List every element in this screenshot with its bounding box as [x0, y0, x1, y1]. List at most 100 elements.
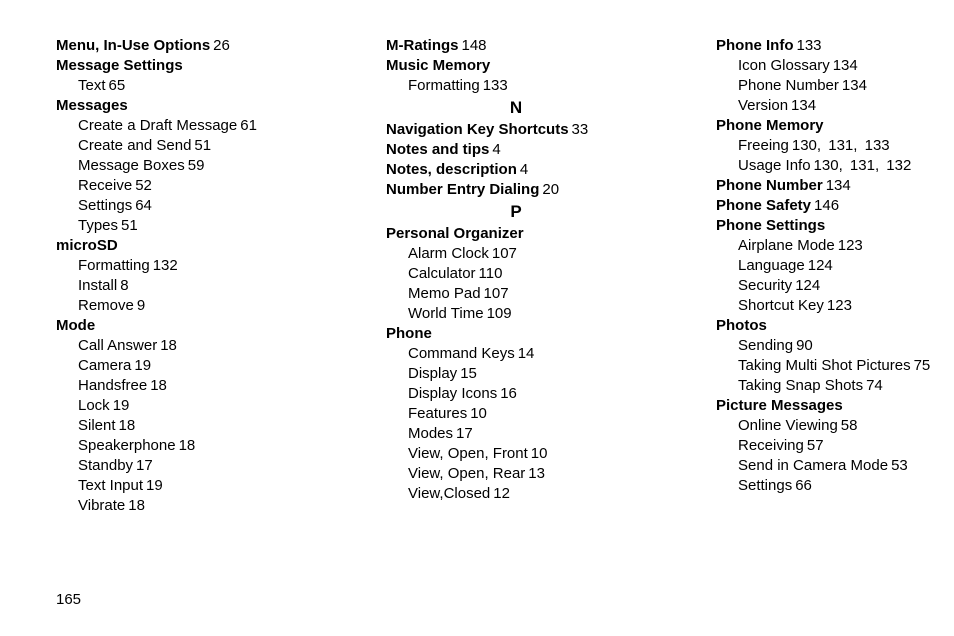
- index-subentry: Text Input19: [78, 476, 316, 496]
- index-columns: Menu, In-Use Options26Message SettingsTe…: [56, 36, 898, 516]
- index-page-ref: 18: [128, 497, 145, 514]
- index-subentry-text: View,Closed: [408, 485, 490, 502]
- index-subentry: Create a Draft Message61: [78, 116, 316, 136]
- index-topic: Personal Organizer: [386, 224, 646, 244]
- index-topic-head: microSD: [56, 237, 118, 254]
- index-subentry: Create and Send51: [78, 136, 316, 156]
- index-page-ref: 133: [797, 37, 822, 54]
- index-subentry-text: Features: [408, 405, 467, 422]
- index-subentry-text: Online Viewing: [738, 417, 838, 434]
- index-subentry-text: Send in Camera Mode: [738, 457, 888, 474]
- index-subentry: Send in Camera Mode53: [738, 456, 954, 476]
- index-page-ref: 8: [120, 277, 128, 294]
- index-subentry-text: Settings: [738, 477, 792, 494]
- index-topic: Phone Memory: [716, 116, 954, 136]
- index-page-ref: 74: [866, 377, 883, 394]
- index-column: Menu, In-Use Options26Message SettingsTe…: [56, 36, 316, 516]
- index-subentry: Phone Number134: [738, 76, 954, 96]
- index-subentry: Types51: [78, 216, 316, 236]
- index-subentry-text: Phone Number: [738, 77, 839, 94]
- index-page-sep: ,: [839, 157, 847, 174]
- index-page-ref: 57: [807, 437, 824, 454]
- index-page-ref: 65: [109, 77, 126, 94]
- index-subentry: Command Keys14: [408, 344, 646, 364]
- index-subentry-text: Usage Info: [738, 157, 811, 174]
- index-subentry: View,Closed12: [408, 484, 646, 504]
- index-subentry: Receive52: [78, 176, 316, 196]
- index-topic: Phone Info133: [716, 36, 954, 56]
- index-topic-head: Mode: [56, 317, 95, 334]
- index-subentry: Shortcut Key123: [738, 296, 954, 316]
- index-topic-head: Personal Organizer: [386, 225, 524, 242]
- index-page-ref: 123: [827, 297, 852, 314]
- index-subentry: Call Answer18: [78, 336, 316, 356]
- index-subentry: Icon Glossary134: [738, 56, 954, 76]
- index-page-ref: 131: [850, 157, 875, 174]
- index-subentry-text: Security: [738, 277, 792, 294]
- index-page-ref: 20: [542, 181, 559, 198]
- index-page-ref: 9: [137, 297, 145, 314]
- index-page-ref: 132: [886, 157, 911, 174]
- index-subentry: Language124: [738, 256, 954, 276]
- index-subentry-text: Handsfree: [78, 377, 147, 394]
- index-topic: Notes, description4: [386, 160, 646, 180]
- index-subentry: Sending90: [738, 336, 954, 356]
- index-subentry: Settings64: [78, 196, 316, 216]
- index-subentry: Freeing130, 131, 133: [738, 136, 954, 156]
- index-page-ref: 19: [134, 357, 151, 374]
- index-subentry-text: Remove: [78, 297, 134, 314]
- index-topic: microSD: [56, 236, 316, 256]
- index-subentry-text: Silent: [78, 417, 116, 434]
- index-topic: Menu, In-Use Options26: [56, 36, 316, 56]
- index-subentry-text: View, Open, Front: [408, 445, 528, 462]
- index-subentry: Camera19: [78, 356, 316, 376]
- index-topic-head: Notes and tips: [386, 141, 489, 158]
- index-page-ref: 58: [841, 417, 858, 434]
- index-subentry-text: Lock: [78, 397, 110, 414]
- index-subentry-text: Create a Draft Message: [78, 117, 237, 134]
- index-page-ref: 90: [796, 337, 813, 354]
- index-subentry-text: Taking Multi Shot Pictures: [738, 357, 911, 374]
- index-page-ref: 10: [470, 405, 487, 422]
- index-subentry-text: Display: [408, 365, 457, 382]
- index-subentry: Remove9: [78, 296, 316, 316]
- index-page-ref: 26: [213, 37, 230, 54]
- index-column: Phone Info133Icon Glossary134Phone Numbe…: [716, 36, 954, 516]
- index-subentry: Handsfree18: [78, 376, 316, 396]
- index-page-ref: 110: [479, 265, 503, 282]
- index-page-ref: 16: [500, 385, 517, 402]
- index-subentry-text: View, Open, Rear: [408, 465, 525, 482]
- index-subentry-text: Display Icons: [408, 385, 497, 402]
- index-topic-head: Menu, In-Use Options: [56, 37, 210, 54]
- index-subentry: Receiving57: [738, 436, 954, 456]
- index-subentry-text: Types: [78, 217, 118, 234]
- index-page-ref: 134: [833, 57, 858, 74]
- index-page-ref: 107: [492, 245, 517, 262]
- index-subentry-text: Airplane Mode: [738, 237, 835, 254]
- index-topic: Phone: [386, 324, 646, 344]
- index-subentry-text: Settings: [78, 197, 132, 214]
- index-topic: Picture Messages: [716, 396, 954, 416]
- index-subentry-text: Sending: [738, 337, 793, 354]
- index-page-ref: 13: [528, 465, 545, 482]
- index-subentry-text: Camera: [78, 357, 131, 374]
- index-page-ref: 107: [484, 285, 509, 302]
- index-subentry: Lock19: [78, 396, 316, 416]
- index-page-ref: 17: [456, 425, 473, 442]
- index-subentry-text: World Time: [408, 305, 484, 322]
- index-topic-head: Phone Settings: [716, 217, 825, 234]
- index-topic-head: Message Settings: [56, 57, 183, 74]
- index-page-ref: 133: [865, 137, 890, 154]
- index-subentry-text: Freeing: [738, 137, 789, 154]
- index-subentry: Install8: [78, 276, 316, 296]
- index-page-ref: 12: [493, 485, 510, 502]
- index-subentry-text: Create and Send: [78, 137, 191, 154]
- index-subentry-text: Icon Glossary: [738, 57, 830, 74]
- page-number: 165: [56, 591, 81, 608]
- index-subentry: Airplane Mode123: [738, 236, 954, 256]
- index-subentry: View, Open, Rear13: [408, 464, 646, 484]
- index-page-ref: 51: [194, 137, 211, 154]
- index-page-ref: 134: [826, 177, 851, 194]
- index-subentry: Security124: [738, 276, 954, 296]
- index-subentry-text: Modes: [408, 425, 453, 442]
